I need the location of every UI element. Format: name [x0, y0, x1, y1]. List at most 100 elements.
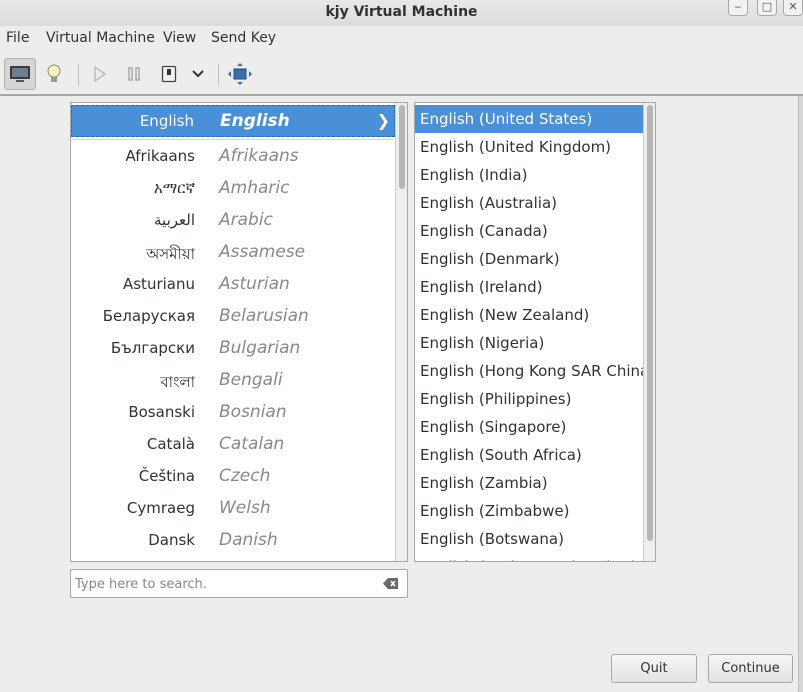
language-list-scrollbar[interactable]	[395, 103, 407, 561]
window-title: kjy Virtual Machine	[325, 4, 478, 20]
language-row[interactable]: Afrikaans Afrikaans	[71, 141, 395, 173]
scrollbar-thumb[interactable]	[647, 105, 653, 541]
language-native-name: Čeština	[138, 467, 195, 485]
run-icon	[94, 66, 107, 82]
locale-row[interactable]: English (Canada)	[415, 217, 643, 245]
language-english-name: Amharic	[219, 178, 290, 198]
locale-row[interactable]: English (New Zealand)	[415, 301, 643, 329]
locale-row[interactable]: English (Hong Kong SAR China)	[415, 357, 655, 385]
run-button[interactable]	[84, 58, 116, 90]
fullscreen-icon	[228, 63, 252, 85]
language-native-name: አማርኛ	[153, 179, 195, 197]
language-english-name: Asturian	[219, 274, 290, 294]
language-english-name: Bulgarian	[219, 338, 301, 358]
locale-row[interactable]: English (Ireland)	[415, 273, 643, 301]
language-row-selected[interactable]: English English ❯	[71, 105, 395, 137]
language-row[interactable]: Bosanski Bosnian	[71, 397, 395, 429]
menu-bar: File Virtual Machine View Send Key	[0, 26, 803, 52]
language-row[interactable]: Català Catalan	[71, 429, 395, 461]
language-native-name: Asturianu	[122, 275, 195, 293]
language-divider	[73, 139, 393, 140]
title-bar: kjy Virtual Machine ‒ □ ✕	[0, 0, 803, 26]
locale-row[interactable]: English (Zimbabwe)	[415, 497, 643, 525]
close-button[interactable]: ✕	[783, 0, 803, 16]
details-button[interactable]	[38, 58, 70, 90]
language-row[interactable]: Dansk Danish	[71, 525, 395, 557]
language-english-name: Belarusian	[219, 306, 309, 326]
menu-file[interactable]: File	[6, 30, 29, 46]
language-native-name: Dansk	[148, 531, 195, 549]
scrollbar-thumb[interactable]	[399, 105, 405, 189]
pause-button[interactable]	[118, 58, 150, 90]
language-row[interactable]: অসমীয়া Assamese	[71, 237, 395, 269]
language-english-name: Bengali	[219, 370, 283, 390]
language-row[interactable]: Asturianu Asturian	[71, 269, 395, 301]
locale-row[interactable]: English (Antigua and Barbuda)	[415, 553, 650, 561]
locale-list-scrollbar[interactable]	[643, 103, 655, 561]
locale-row[interactable]: English (India)	[415, 161, 643, 189]
toolbar-separator	[78, 64, 79, 86]
maximize-button[interactable]: □	[757, 0, 777, 16]
language-native-name: Afrikaans	[125, 147, 195, 165]
language-native-name: Беларуская	[102, 307, 195, 325]
language-row[interactable]: አማርኛ Amharic	[71, 173, 395, 205]
vm-display-scrollbar[interactable]	[798, 96, 803, 692]
language-english-name: Arabic	[219, 210, 273, 230]
search-box[interactable]	[70, 569, 408, 598]
language-english-name: Danish	[219, 530, 278, 550]
pause-icon	[128, 67, 140, 81]
language-native-name: العربية	[154, 211, 195, 229]
language-english-name: Assamese	[219, 242, 306, 262]
details-lightbulb-icon	[47, 64, 61, 82]
locale-row[interactable]: English (Botswana)	[415, 525, 643, 553]
shutdown-button[interactable]	[153, 58, 185, 90]
locale-row[interactable]: English (Australia)	[415, 189, 643, 217]
locale-row[interactable]: English (South Africa)	[415, 441, 643, 469]
menu-view[interactable]: View	[163, 30, 196, 46]
language-row[interactable]: Cymraeg Welsh	[71, 493, 395, 525]
toolbar	[0, 56, 803, 92]
shutdown-menu-button[interactable]	[183, 58, 213, 90]
language-row[interactable]: বাংলা Bengali	[71, 365, 395, 397]
language-native-name: Bosanski	[128, 403, 195, 421]
language-row[interactable]: Български Bulgarian	[71, 333, 395, 365]
language-english-name: Welsh	[219, 498, 271, 518]
locale-row[interactable]: English (Philippines)	[415, 385, 643, 413]
language-row[interactable]: العربية Arabic	[71, 205, 395, 237]
console-icon	[10, 66, 30, 82]
language-english-name: Bosnian	[219, 402, 287, 422]
search-input[interactable]	[75, 575, 375, 593]
console-button[interactable]	[4, 58, 36, 90]
language-english-name: Czech	[219, 466, 271, 486]
language-row[interactable]: Беларуская Belarusian	[71, 301, 395, 333]
locale-row-selected[interactable]: English (United States)	[415, 105, 643, 133]
language-native-name: Cymraeg	[126, 499, 195, 517]
locale-row[interactable]: English (United Kingdom)	[415, 133, 643, 161]
shutdown-icon	[161, 65, 177, 83]
shutdown-menu-chevron-icon	[192, 70, 204, 78]
fullscreen-button[interactable]	[224, 58, 256, 90]
locale-list[interactable]: English (United States) English (United K…	[414, 102, 656, 562]
language-native-name: অসমীয়া	[146, 245, 195, 263]
language-english-name: Afrikaans	[219, 146, 299, 166]
quit-button[interactable]: Quit	[611, 654, 697, 683]
locale-row[interactable]: English (Zambia)	[415, 469, 643, 497]
menu-send-key[interactable]: Send Key	[211, 30, 276, 46]
locale-row[interactable]: English (Nigeria)	[415, 329, 643, 357]
continue-button[interactable]: Continue	[708, 654, 793, 683]
language-english-name: English	[220, 111, 290, 131]
vm-display-border	[0, 94, 803, 96]
toolbar-separator	[218, 64, 219, 86]
locale-row[interactable]: English (Singapore)	[415, 413, 643, 441]
language-list[interactable]: English English ❯ Afrikaans Afrikaans አማርኛ…	[70, 102, 408, 562]
language-row[interactable]: Čeština Czech	[71, 461, 395, 493]
language-native-name: বাংলা	[160, 373, 195, 391]
chevron-right-icon: ❯	[376, 111, 390, 130]
menu-virtual-machine[interactable]: Virtual Machine	[46, 30, 155, 46]
language-english-name: Catalan	[219, 434, 285, 454]
minimize-button[interactable]: ‒	[728, 0, 748, 16]
locale-row[interactable]: English (Denmark)	[415, 245, 643, 273]
language-native-name: Català	[146, 435, 195, 453]
language-native-name: English	[139, 112, 194, 130]
clear-icon[interactable]	[383, 577, 399, 590]
